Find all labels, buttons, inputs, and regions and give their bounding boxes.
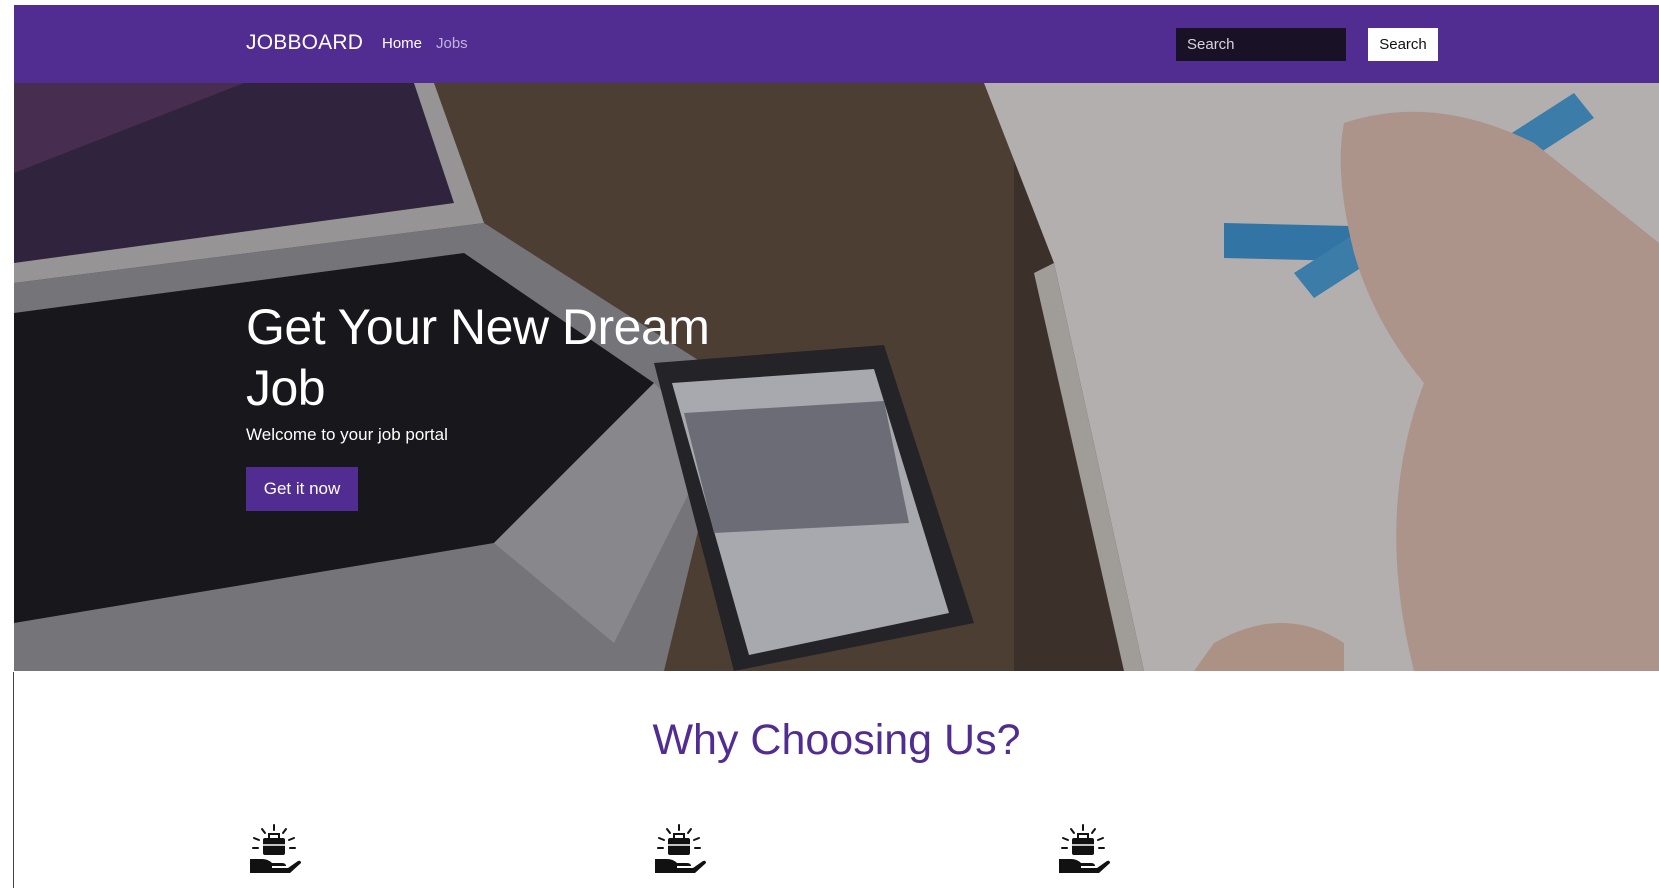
why-choosing-us-title: Why Choosing Us?	[652, 716, 1021, 764]
window-left-edge	[0, 0, 14, 888]
hero-section: Get Your New Dream Job Welcome to your j…	[14, 83, 1659, 671]
nav-link-jobs[interactable]: Jobs	[436, 35, 468, 53]
page: JOBBOARD Home Jobs Search Search Get You…	[14, 5, 1659, 888]
hero-subtitle: Welcome to your job portal	[246, 425, 448, 444]
search-input[interactable]	[1176, 28, 1346, 61]
hero-title: Get Your New Dream Job	[246, 299, 710, 416]
nav-link-home[interactable]: Home	[382, 35, 422, 53]
get-it-now-button[interactable]: Get it now	[246, 467, 358, 511]
briefcase-hand-icon	[1055, 823, 1111, 875]
search-button[interactable]: Search	[1368, 28, 1438, 61]
briefcase-hand-icon	[246, 823, 302, 875]
navbar: JOBBOARD Home Jobs Search	[14, 5, 1659, 83]
brand-logo[interactable]: JOBBOARD	[246, 31, 363, 55]
briefcase-hand-icon	[651, 823, 707, 875]
